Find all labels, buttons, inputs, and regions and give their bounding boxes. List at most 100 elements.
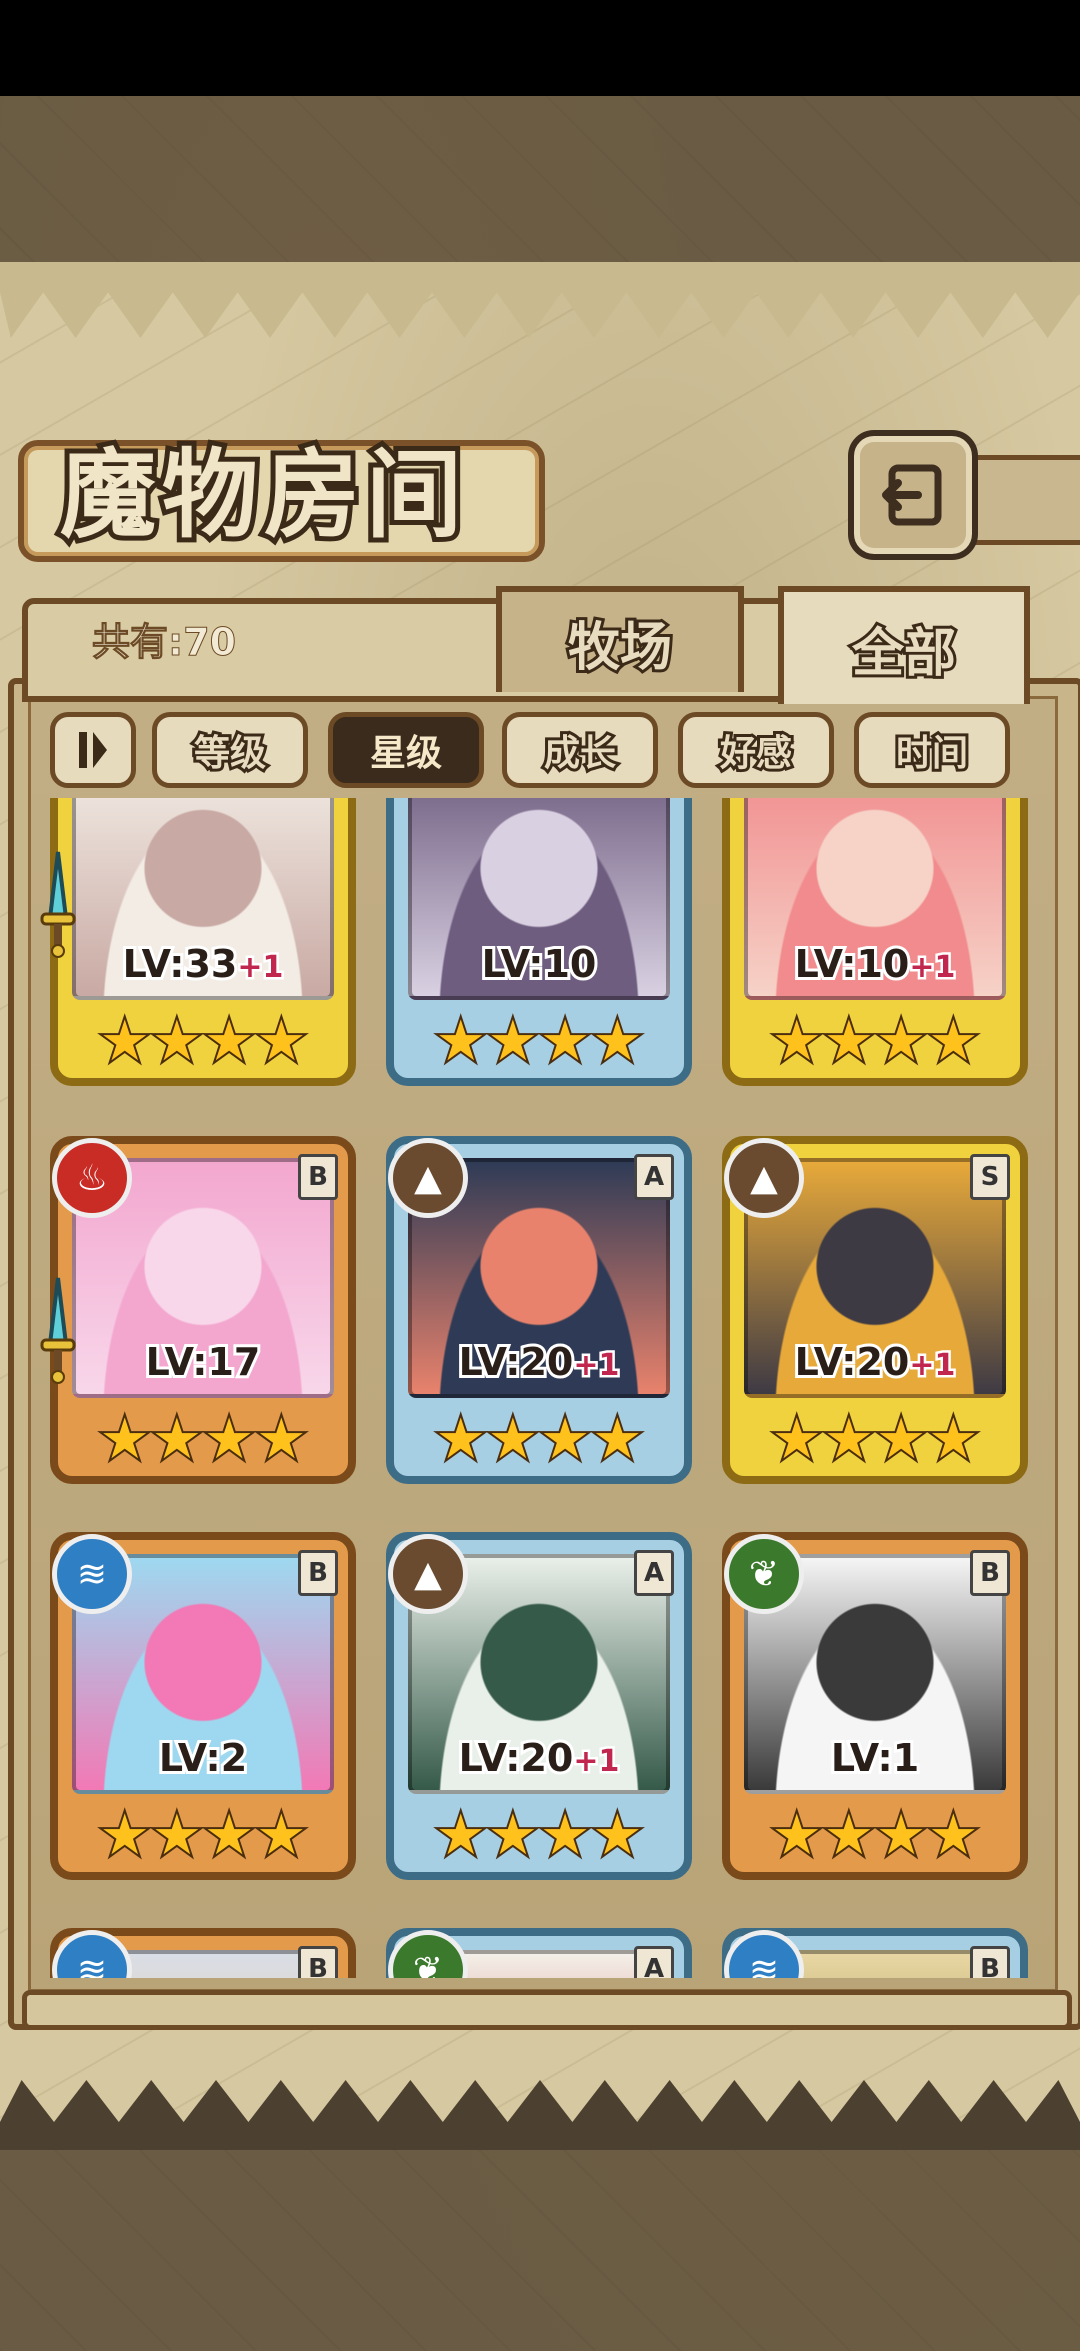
rank-badge: S [970, 1154, 1010, 1200]
star-icon: ★ [590, 1803, 644, 1868]
monster-level: LV:10 [479, 939, 600, 989]
filter-affection[interactable]: 好感 [678, 712, 834, 788]
star-icon: ★ [538, 1009, 592, 1074]
star-icon: ★ [486, 1009, 540, 1074]
star-icon: ★ [434, 1009, 488, 1074]
filter-stars[interactable]: 星级 [328, 712, 484, 788]
monster-card[interactable]: B ≋ [50, 1928, 356, 1978]
star-rating: ★ ★ ★ ★ [58, 1804, 348, 1868]
star-icon: ★ [538, 1407, 592, 1472]
star-rating: ★ ★ ★ ★ [58, 1408, 348, 1472]
monster-level: LV:17 [143, 1337, 264, 1387]
monster-level: LV:20+1 [456, 1337, 622, 1387]
star-icon: ★ [822, 1407, 876, 1472]
star-rating: ★ ★ ★ ★ [394, 1010, 684, 1074]
earth-element-icon: ▲ [724, 1138, 804, 1218]
rank-badge: A [634, 1154, 674, 1200]
monster-level: LV:1 [828, 1733, 922, 1783]
rank-badge: A [634, 1946, 674, 1978]
monster-card[interactable]: LV:2 ★ ★ ★ ★ B ≋ [50, 1532, 356, 1880]
filter-growth[interactable]: 成长 [502, 712, 658, 788]
level-bonus: +1 [571, 1346, 622, 1386]
star-rating: ★ ★ ★ ★ [730, 1408, 1020, 1472]
monster-card[interactable]: LV:33+1 ★ ★ ★ ★ [50, 798, 356, 1086]
rank-badge: B [298, 1550, 338, 1596]
level-bonus: +1 [235, 948, 286, 988]
star-rating: ★ ★ ★ ★ [58, 1010, 348, 1074]
water-element-icon: ≋ [52, 1930, 132, 1978]
earth-element-icon: ▲ [388, 1534, 468, 1614]
fire-element-icon: ♨ [52, 1138, 132, 1218]
star-icon: ★ [590, 1009, 644, 1074]
rank-badge: B [970, 1946, 1010, 1978]
tab-all[interactable]: 全部 [778, 586, 1030, 704]
star-icon: ★ [874, 1803, 928, 1868]
star-icon: ★ [486, 1803, 540, 1868]
rank-badge: A [634, 1550, 674, 1596]
star-rating: ★ ★ ★ ★ [394, 1804, 684, 1868]
star-icon: ★ [98, 1009, 152, 1074]
filter-level[interactable]: 等级 [152, 712, 308, 788]
star-icon: ★ [822, 1009, 876, 1074]
level-bonus: +1 [907, 948, 958, 988]
monster-card[interactable]: LV:20+1 ★ ★ ★ ★ A ▲ [386, 1532, 692, 1880]
water-element-icon: ≋ [724, 1930, 804, 1978]
sword-icon [40, 1277, 76, 1384]
star-icon: ★ [202, 1009, 256, 1074]
star-icon: ★ [538, 1803, 592, 1868]
wind-element-icon: ❦ [724, 1534, 804, 1614]
star-rating: ★ ★ ★ ★ [394, 1408, 684, 1472]
scroll-track[interactable] [22, 1990, 1072, 2030]
monster-card[interactable]: LV:20+1 ★ ★ ★ ★ S ▲ [722, 1136, 1028, 1484]
sort-toggle-icon [79, 732, 107, 768]
star-icon: ★ [486, 1407, 540, 1472]
monster-card[interactable]: LV:1 ★ ★ ★ ★ B ❦ [722, 1532, 1028, 1880]
star-icon: ★ [874, 1009, 928, 1074]
status-bar [0, 0, 1080, 96]
star-icon: ★ [434, 1803, 488, 1868]
monster-card[interactable]: LV:10 ★ ★ ★ ★ [386, 798, 692, 1086]
monster-count: 共有:70 [91, 620, 237, 665]
filter-time[interactable]: 时间 [854, 712, 1010, 788]
level-bonus: +1 [907, 1346, 958, 1386]
sword-icon [40, 851, 76, 958]
rank-badge: B [298, 1154, 338, 1200]
monster-card[interactable]: B ≋ [722, 1928, 1028, 1978]
monster-card[interactable]: A ❦ [386, 1928, 692, 1978]
back-button[interactable] [848, 430, 978, 560]
monster-card[interactable]: LV:10+1 ★ ★ ★ ★ [722, 798, 1028, 1086]
star-icon: ★ [150, 1009, 204, 1074]
star-icon: ★ [434, 1407, 488, 1472]
sort-order-toggle[interactable] [50, 712, 136, 788]
star-icon: ★ [926, 1803, 980, 1868]
star-icon: ★ [770, 1009, 824, 1074]
star-icon: ★ [822, 1803, 876, 1868]
rank-badge: B [298, 1946, 338, 1978]
back-arrow-icon [882, 464, 942, 526]
star-icon: ★ [150, 1407, 204, 1472]
back-strip [966, 455, 1080, 545]
star-icon: ★ [770, 1407, 824, 1472]
tab-ranch[interactable]: 牧场 [496, 586, 744, 692]
monster-card[interactable]: LV:20+1 ★ ★ ★ ★ A ▲ [386, 1136, 692, 1484]
monster-card[interactable]: LV:17 ★ ★ ★ ★ B ♨ [50, 1136, 356, 1484]
monster-grid[interactable]: LV:33+1 ★ ★ ★ ★ LV:10 ★ ★ ★ ★ LV:10+1 ★ ★ ★ ★ LV:17 ★ ★ ★ ★… [28, 798, 1052, 1978]
star-icon: ★ [590, 1407, 644, 1472]
star-icon: ★ [926, 1009, 980, 1074]
wind-element-icon: ❦ [388, 1930, 468, 1978]
star-icon: ★ [254, 1407, 308, 1472]
level-bonus: +1 [571, 1742, 622, 1782]
star-icon: ★ [202, 1407, 256, 1472]
rank-badge: B [970, 1550, 1010, 1596]
star-icon: ★ [770, 1803, 824, 1868]
monster-level: LV:20+1 [456, 1733, 622, 1783]
star-rating: ★ ★ ★ ★ [730, 1010, 1020, 1074]
star-icon: ★ [150, 1803, 204, 1868]
page-title: 魔物房间 [55, 435, 468, 555]
earth-element-icon: ▲ [388, 1138, 468, 1218]
star-icon: ★ [98, 1803, 152, 1868]
monster-level: LV:33+1 [120, 939, 286, 989]
water-element-icon: ≋ [52, 1534, 132, 1614]
star-icon: ★ [98, 1407, 152, 1472]
star-icon: ★ [926, 1407, 980, 1472]
